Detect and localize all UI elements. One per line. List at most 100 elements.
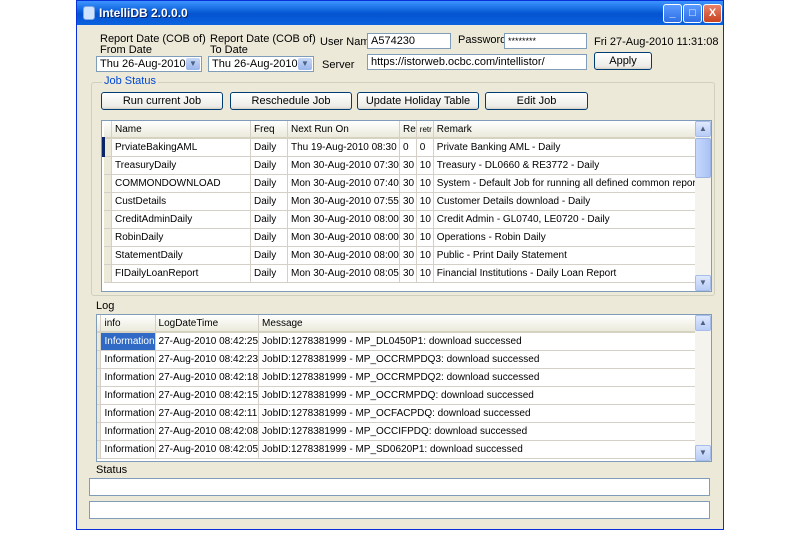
list-item[interactable]: Information 27-Aug-2010 08:42:25 JobID:1… — [97, 332, 711, 351]
job-freq: Daily — [250, 246, 288, 265]
run-current-job-button[interactable]: Run current Job — [101, 92, 223, 110]
chevron-down-icon[interactable]: ▼ — [186, 58, 200, 70]
row-selector[interactable] — [103, 246, 112, 265]
arrow-up-icon[interactable]: ▲ — [695, 121, 711, 137]
to-date-picker[interactable]: Thu 26-Aug-2010 ▼ — [208, 56, 314, 72]
job-freq: Daily — [250, 264, 288, 283]
log-datetime: 27-Aug-2010 08:42:08 — [155, 422, 260, 441]
minimize-button[interactable]: _ — [663, 4, 682, 23]
maximize-button[interactable]: □ — [683, 4, 702, 23]
job-table-scrollbar[interactable]: ▲ ▼ — [695, 121, 711, 291]
row-selector[interactable] — [103, 264, 112, 283]
password-input[interactable]: ******** — [504, 33, 587, 49]
job-name: TreasuryDaily — [111, 156, 251, 175]
to-date-value: Thu 26-Aug-2010 — [212, 58, 298, 70]
column-header-next-run[interactable]: Next Run On — [287, 121, 400, 139]
job-remark: Financial Institutions - Daily Loan Repo… — [433, 264, 700, 283]
reschedule-job-button[interactable]: Reschedule Job — [230, 92, 352, 110]
row-selector[interactable] — [102, 138, 112, 157]
row-selector[interactable] — [103, 210, 112, 229]
log-message: JobID:1278381999 - MP_OCCIFPDQ: download… — [258, 422, 711, 441]
column-header-remark[interactable]: Remark — [433, 121, 700, 139]
edit-job-button[interactable]: Edit Job — [485, 92, 588, 110]
job-freq: Daily — [250, 210, 288, 229]
scroll-thumb[interactable] — [695, 138, 711, 178]
job-freq: Daily — [250, 192, 288, 211]
list-item[interactable]: Information 27-Aug-2010 08:42:18 JobID:1… — [97, 368, 711, 387]
job-re: 30 — [399, 246, 417, 265]
list-item[interactable]: Information 27-Aug-2010 08:42:23 JobID:1… — [97, 350, 711, 369]
job-re: 30 — [399, 210, 417, 229]
job-name: PrviateBakingAML — [111, 138, 251, 157]
table-row[interactable]: FIDailyLoanReport Daily Mon 30-Aug-2010 … — [103, 264, 700, 283]
table-row[interactable]: PrviateBakingAML Daily Thu 19-Aug-2010 0… — [102, 138, 700, 157]
row-selector[interactable] — [103, 192, 112, 211]
list-item[interactable]: Information 27-Aug-2010 08:42:05 JobID:1… — [97, 440, 711, 459]
arrow-up-icon[interactable]: ▲ — [695, 315, 711, 331]
job-next-run: Mon 30-Aug-2010 08:00 — [287, 210, 400, 229]
job-table: Name Freq Next Run On Re retr Remark Prv… — [101, 120, 712, 292]
from-date-picker[interactable]: Thu 26-Aug-2010 ▼ — [96, 56, 202, 72]
job-re: 0 — [399, 138, 417, 157]
log-datetime: 27-Aug-2010 08:42:25 — [155, 332, 260, 351]
job-re: 30 — [399, 174, 417, 193]
job-retr: 10 — [416, 174, 434, 193]
list-item[interactable]: Information 27-Aug-2010 08:42:08 JobID:1… — [97, 422, 711, 441]
log-table-scrollbar[interactable]: ▲ ▼ — [695, 315, 711, 461]
column-header-logdatetime[interactable]: LogDateTime — [155, 315, 260, 333]
table-row[interactable]: TreasuryDaily Daily Mon 30-Aug-2010 07:3… — [103, 156, 700, 175]
row-selector[interactable] — [103, 228, 112, 247]
log-info: Information — [100, 350, 156, 369]
column-header-re[interactable]: Re — [399, 121, 417, 139]
column-header-name[interactable]: Name — [111, 121, 251, 139]
job-re: 30 — [399, 156, 417, 175]
row-header-corner — [103, 121, 112, 139]
log-info: Information — [100, 332, 156, 351]
close-button[interactable]: X — [703, 4, 722, 23]
apply-button[interactable]: Apply — [594, 52, 652, 70]
to-date-label-2: To Date — [210, 44, 248, 56]
table-row[interactable]: RobinDaily Daily Mon 30-Aug-2010 08:00 3… — [103, 228, 700, 247]
job-table-header: Name Freq Next Run On Re retr Remark — [103, 121, 700, 139]
column-header-retr[interactable]: retr — [416, 121, 434, 139]
arrow-down-icon[interactable]: ▼ — [695, 445, 711, 461]
log-info: Information — [100, 440, 156, 459]
job-next-run: Thu 19-Aug-2010 08:30 — [287, 138, 400, 157]
table-row[interactable]: CreditAdminDaily Daily Mon 30-Aug-2010 0… — [103, 210, 700, 229]
table-row[interactable]: StatementDaily Daily Mon 30-Aug-2010 08:… — [103, 246, 700, 265]
list-item[interactable]: Information 27-Aug-2010 08:42:15 JobID:1… — [97, 386, 711, 405]
main-window: IntelliDB 2.0.0.0 _ □ X Report Date (COB… — [76, 0, 724, 530]
chevron-down-icon[interactable]: ▼ — [298, 58, 312, 70]
password-label: Password — [458, 34, 507, 46]
title-bar[interactable]: IntelliDB 2.0.0.0 _ □ X — [77, 1, 723, 25]
job-next-run: Mon 30-Aug-2010 08:00 — [287, 228, 400, 247]
job-re: 30 — [399, 264, 417, 283]
job-remark: Credit Admin - GL0740, LE0720 - Daily — [433, 210, 700, 229]
row-selector[interactable] — [103, 174, 112, 193]
log-info: Information — [100, 404, 156, 423]
log-message: JobID:1278381999 - MP_OCCRMPDQ: download… — [258, 386, 711, 405]
job-next-run: Mon 30-Aug-2010 08:00 — [287, 246, 400, 265]
log-table-header: info LogDateTime Message — [97, 315, 711, 333]
database-icon — [83, 6, 95, 20]
row-selector[interactable] — [103, 156, 112, 175]
job-retr: 0 — [416, 138, 434, 157]
job-retr: 10 — [416, 246, 434, 265]
job-freq: Daily — [250, 174, 288, 193]
table-row[interactable]: COMMONDOWNLOAD Daily Mon 30-Aug-2010 07:… — [103, 174, 700, 193]
username-input[interactable]: A574230 — [367, 33, 451, 49]
column-header-info[interactable]: info — [100, 315, 156, 333]
update-holiday-table-button[interactable]: Update Holiday Table — [357, 92, 479, 110]
arrow-down-icon[interactable]: ▼ — [695, 275, 711, 291]
table-row[interactable]: CustDetails Daily Mon 30-Aug-2010 07:55 … — [103, 192, 700, 211]
column-header-message[interactable]: Message — [258, 315, 711, 333]
status-bar-primary — [89, 478, 710, 496]
column-header-freq[interactable]: Freq — [250, 121, 288, 139]
job-remark: Private Banking AML - Daily — [433, 138, 700, 157]
server-input[interactable]: https://istorweb.ocbc.com/intellistor/ — [367, 54, 587, 70]
list-item[interactable]: Information 27-Aug-2010 08:42:11 JobID:1… — [97, 404, 711, 423]
log-info: Information — [100, 422, 156, 441]
job-name: StatementDaily — [111, 246, 251, 265]
job-next-run: Mon 30-Aug-2010 07:55 — [287, 192, 400, 211]
job-remark: Operations - Robin Daily — [433, 228, 700, 247]
